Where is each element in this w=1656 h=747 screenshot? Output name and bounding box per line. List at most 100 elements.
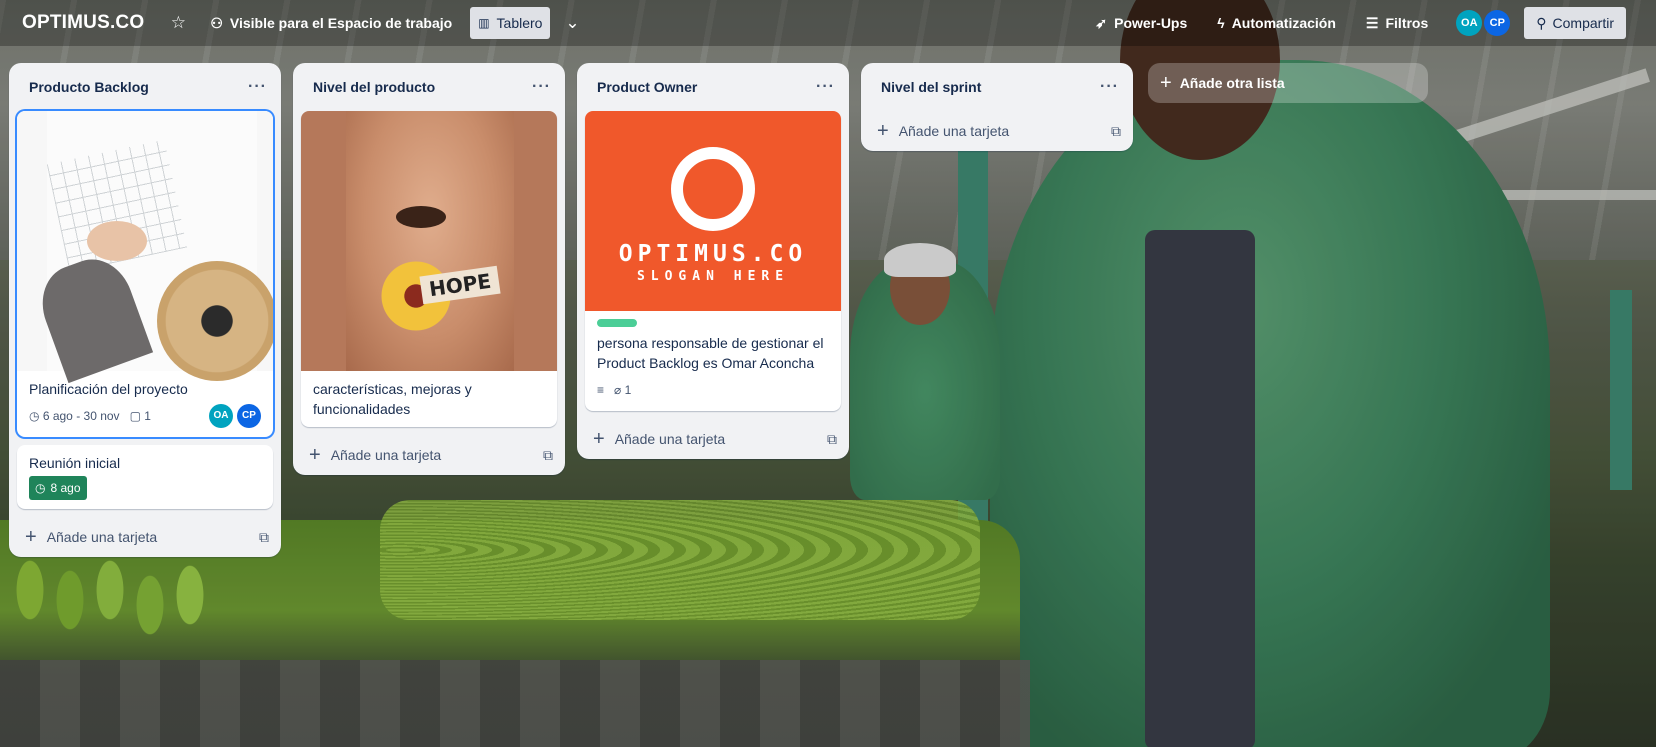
powerups-label: Power-Ups [1114, 15, 1188, 31]
add-person-icon: ⚲ [1536, 14, 1547, 31]
card-label[interactable] [597, 319, 637, 327]
attachments-badge: ⌀ 1 [614, 380, 631, 400]
card-members: OA CP [209, 404, 261, 428]
card-title: persona responsable de gestionar el Prod… [597, 335, 824, 371]
card-cover-image [17, 111, 273, 384]
more-icon[interactable]: ··· [248, 78, 267, 96]
plus-icon: + [877, 119, 889, 142]
list-header: Producto Backlog ··· [9, 63, 281, 111]
description-icon: ≡ [597, 383, 605, 397]
filter-icon: ☰ [1365, 14, 1379, 31]
card-planificacion[interactable]: Planificación del proyecto ◷ 6 ago - 30 … [17, 111, 273, 437]
list-nivel-del-producto: Nivel del producto ··· HOPE característi… [293, 63, 565, 475]
cover-hat [157, 261, 273, 381]
list-header: Nivel del producto ··· [293, 63, 565, 111]
date-range: 6 ago - 30 nov [42, 409, 120, 423]
view-switcher-button[interactable]: ▥ Tablero [470, 7, 551, 39]
visibility-label: Visible para el Espacio de trabajo [229, 15, 453, 31]
board-header: OPTIMUS.CO ☆ ⚇ Visible para el Espacio d… [0, 0, 1656, 46]
list-nivel-del-sprint: Nivel del sprint ··· + Añade una tarjeta… [861, 63, 1133, 151]
rocket-icon: ➶ [1095, 14, 1108, 31]
paperclip-icon: ⌀ [614, 383, 622, 397]
automation-label: Automatización [1231, 15, 1336, 31]
clock-icon: ◷ [35, 481, 46, 495]
comments-badge: ▢ 1 [130, 406, 151, 426]
list-product-owner: Product Owner ··· OPTIMUS.CO SLOGAN HERE… [577, 63, 849, 459]
add-card-label: Añade una tarjeta [614, 431, 726, 447]
card-title: características, mejoras y funcionalidad… [313, 381, 472, 417]
cover-face [346, 111, 514, 371]
plus-icon: + [25, 525, 37, 548]
star-icon[interactable]: ☆ [164, 9, 192, 37]
automation-button[interactable]: ϟ Automatización [1209, 7, 1344, 39]
share-button[interactable]: ⚲ Compartir [1524, 7, 1626, 39]
view-label: Tablero [496, 15, 543, 31]
card-badges: ◷ 8 ago [29, 475, 261, 501]
visibility-button[interactable]: ⚇ Visible para el Espacio de trabajo [202, 7, 460, 39]
card-caracteristicas[interactable]: HOPE características, mejoras y funciona… [301, 111, 557, 427]
card-title: Planificación del proyecto [29, 381, 188, 397]
header-actions: ➶ Power-Ups ϟ Automatización ☰ Filtros O… [1087, 7, 1626, 39]
add-card-button[interactable]: + Añade una tarjeta ⧉ [577, 419, 849, 459]
card-badges: ◷ 6 ago - 30 nov ▢ 1 OA CP [29, 403, 261, 429]
board-icon: ▥ [478, 16, 490, 30]
people-icon: ⚇ [210, 14, 223, 31]
add-card-label: Añade una tarjeta [898, 123, 1010, 139]
attachment-count: 1 [624, 383, 632, 397]
cover-hand [87, 221, 147, 261]
list-title[interactable]: Nivel del sprint [881, 79, 981, 95]
avatar[interactable]: CP [1484, 10, 1511, 36]
card-product-owner[interactable]: OPTIMUS.CO SLOGAN HERE persona responsab… [585, 111, 841, 411]
template-icon[interactable]: ⧉ [543, 447, 553, 464]
logo-slogan: SLOGAN HERE [636, 268, 790, 284]
add-card-label: Añade una tarjeta [330, 447, 442, 463]
add-list-label: Añade otra lista [1179, 75, 1285, 91]
due-date-badge[interactable]: ◷ 8 ago [29, 476, 87, 500]
card-body: Reunión inicial ◷ 8 ago [17, 445, 273, 509]
template-icon[interactable]: ⧉ [1111, 123, 1121, 140]
list-title[interactable]: Product Owner [597, 79, 697, 95]
card-badges: ≡ ⌀ 1 [597, 377, 829, 403]
add-card-button[interactable]: + Añade una tarjeta ⧉ [9, 517, 281, 557]
lightning-icon: ϟ [1217, 15, 1225, 31]
list-header: Nivel del sprint ··· [861, 63, 1133, 111]
list-header: Product Owner ··· [577, 63, 849, 111]
board-title[interactable]: OPTIMUS.CO [22, 12, 144, 34]
template-icon[interactable]: ⧉ [259, 529, 269, 546]
card-body: persona responsable de gestionar el Prod… [585, 311, 841, 411]
more-icon[interactable]: ··· [816, 78, 835, 96]
add-card-label: Añade una tarjeta [46, 529, 158, 545]
more-icon[interactable]: ··· [1100, 78, 1119, 96]
board-members: OA CP [1456, 10, 1511, 36]
add-card-button[interactable]: + Añade una tarjeta ⧉ [293, 435, 565, 475]
cover-eye [396, 206, 446, 228]
card-cover-logo: OPTIMUS.CO SLOGAN HERE [585, 111, 841, 311]
add-card-button[interactable]: + Añade una tarjeta ⧉ [861, 111, 1133, 151]
list-producto-backlog: Producto Backlog ··· Planificación del p… [9, 63, 281, 557]
filters-label: Filtros [1385, 15, 1429, 31]
avatar[interactable]: CP [237, 404, 261, 428]
plus-icon: + [1160, 71, 1172, 94]
template-icon[interactable]: ⧉ [827, 431, 837, 448]
add-list-button[interactable]: + Añade otra lista [1148, 63, 1428, 103]
card-cover-image: HOPE [301, 111, 557, 371]
date-badge: ◷ 6 ago - 30 nov [29, 406, 120, 426]
card-title: Reunión inicial [29, 455, 121, 471]
avatar[interactable]: OA [209, 404, 233, 428]
plus-icon: + [593, 427, 605, 450]
logo-title: OPTIMUS.CO [618, 240, 808, 267]
card-reunion-inicial[interactable]: Reunión inicial ◷ 8 ago [17, 445, 273, 509]
card-body: características, mejoras y funcionalidad… [301, 371, 557, 427]
due-date: 8 ago [50, 481, 81, 495]
plus-icon: + [309, 443, 321, 466]
filters-button[interactable]: ☰ Filtros [1358, 7, 1436, 39]
more-icon[interactable]: ··· [532, 78, 551, 96]
avatar[interactable]: OA [1456, 10, 1483, 36]
share-label: Compartir [1552, 15, 1614, 31]
powerups-button[interactable]: ➶ Power-Ups [1087, 7, 1195, 39]
list-title[interactable]: Nivel del producto [313, 79, 435, 95]
comment-count: 1 [144, 409, 151, 423]
clock-icon: ◷ [29, 409, 40, 423]
chevron-down-icon[interactable]: ⌄ [558, 9, 586, 37]
list-title[interactable]: Producto Backlog [29, 79, 149, 95]
